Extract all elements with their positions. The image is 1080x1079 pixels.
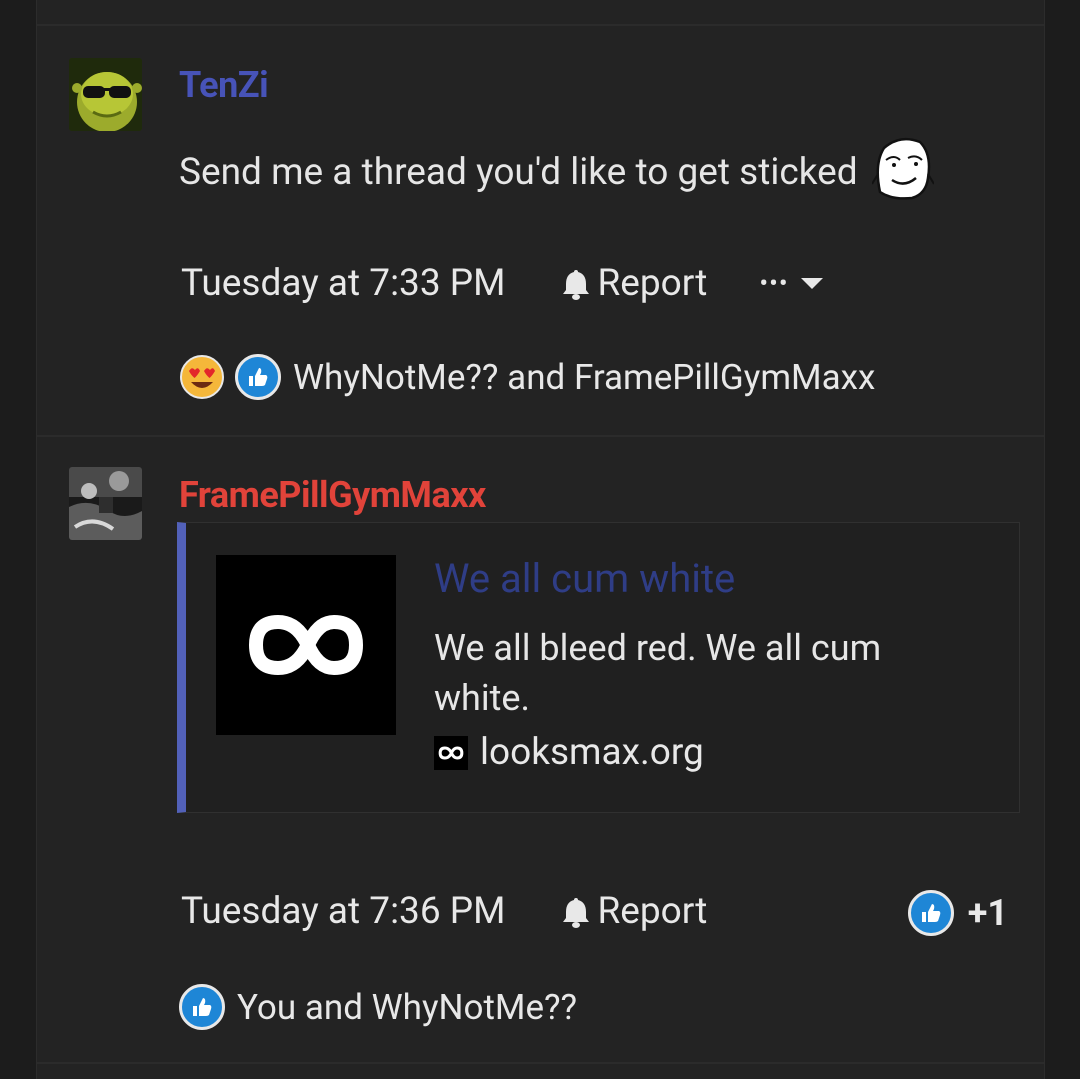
- reactions-text[interactable]: You and WhyNotMe??: [237, 987, 577, 1028]
- reactions-bar[interactable]: You and WhyNotMe??: [179, 984, 577, 1030]
- grayscale-photo-avatar-icon: [69, 467, 142, 540]
- report-button[interactable]: Report: [561, 890, 707, 933]
- post-framepillgymmaxx: FramePillGymMaxx We all cum white We all…: [37, 0, 1044, 1079]
- username[interactable]: FramePillGymMaxx: [179, 474, 486, 516]
- report-label[interactable]: Report: [597, 890, 707, 933]
- bell-icon: [563, 897, 590, 928]
- infinity-logo-icon: [249, 615, 363, 675]
- username-text[interactable]: FramePillGymMaxx: [179, 474, 486, 516]
- timestamp[interactable]: Tuesday at 7:36 PM: [181, 890, 505, 933]
- post-meta: Tuesday at 7:36 PM Report: [181, 890, 707, 933]
- embed-site[interactable]: looksmax.org: [434, 731, 704, 774]
- embed-thumbnail[interactable]: [216, 555, 396, 735]
- embed-description: We all bleed red. We all cum white.: [434, 627, 882, 719]
- post-separator: [37, 1062, 1044, 1064]
- embed-site-text[interactable]: looksmax.org: [480, 731, 704, 774]
- link-embed[interactable]: We all cum white We all bleed red. We al…: [177, 522, 1020, 813]
- site-favicon-icon: [434, 735, 468, 770]
- like-count: +1: [967, 892, 1008, 934]
- like-reaction-icon: [179, 984, 225, 1030]
- embed-title[interactable]: We all cum white: [434, 555, 735, 602]
- avatar[interactable]: [69, 467, 142, 540]
- like-button[interactable]: +1: [907, 890, 1008, 936]
- like-icon: [907, 890, 954, 936]
- thread-container: TenZi Send me a thread you'd like to get…: [36, 0, 1045, 1079]
